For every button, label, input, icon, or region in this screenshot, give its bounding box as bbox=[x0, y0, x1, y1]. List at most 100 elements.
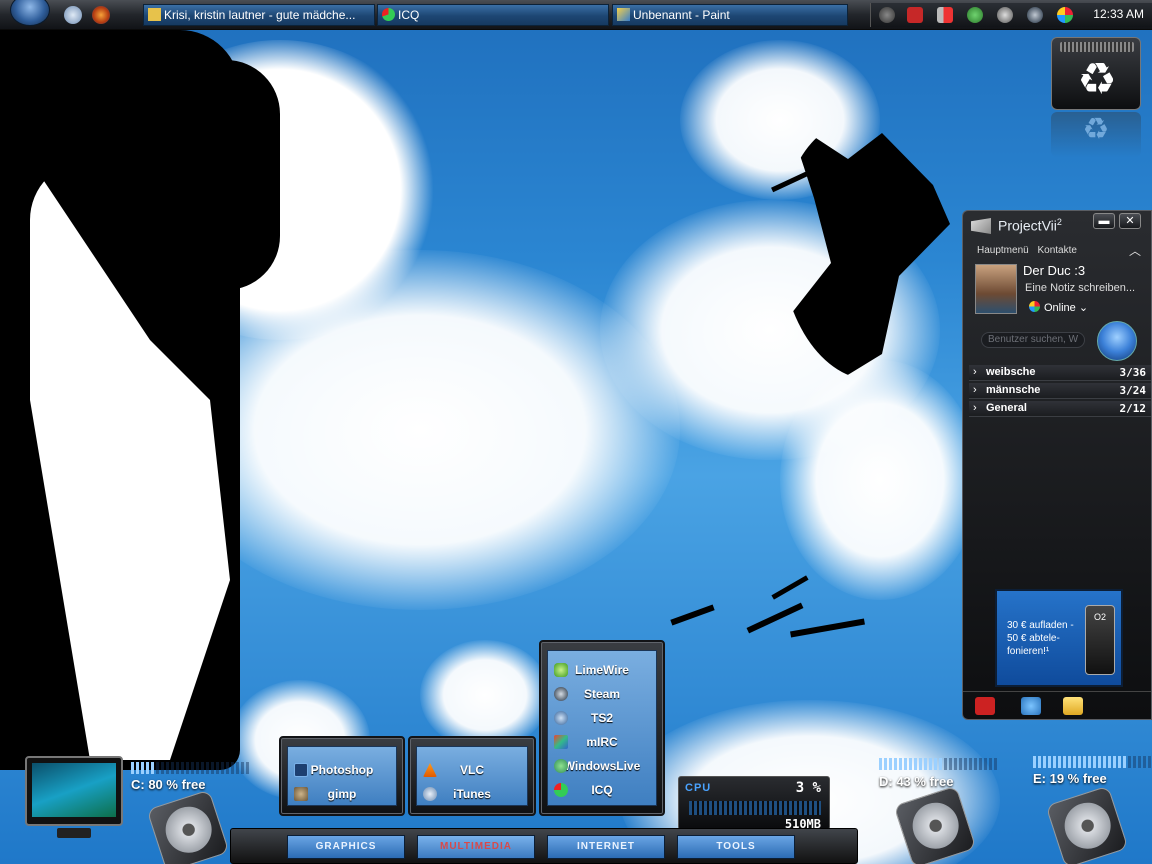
monitor-screen bbox=[32, 763, 116, 817]
recycle-icon: ♻ bbox=[1077, 55, 1117, 104]
task-label: Unbenannt - Paint bbox=[633, 8, 730, 22]
contact-group[interactable]: › weibsche 3/36 bbox=[969, 365, 1151, 381]
chevron-up-icon[interactable]: ︿ bbox=[1129, 242, 1141, 259]
monitor-icon[interactable] bbox=[25, 756, 123, 838]
launch-mirc[interactable]: mIRC bbox=[548, 731, 656, 753]
system-tray: 12:33 AM bbox=[870, 3, 1152, 27]
launch-icq[interactable]: ICQ bbox=[548, 779, 656, 801]
launch-ts2[interactable]: TS2 bbox=[548, 707, 656, 729]
avatar[interactable] bbox=[975, 264, 1017, 314]
task-button-browser[interactable]: Krisi, kristin lautner - gute mädche... bbox=[143, 4, 375, 26]
status-selector[interactable]: Online ⌄ bbox=[1029, 301, 1088, 314]
itunes-icon[interactable] bbox=[64, 6, 82, 24]
paint-icon bbox=[617, 8, 630, 21]
recycle-reflection: ♻ bbox=[1051, 112, 1141, 157]
launch-vlc[interactable]: VLC bbox=[417, 759, 527, 781]
taskbar: Krisi, kristin lautner - gute mädche... … bbox=[0, 0, 1152, 30]
phone-image: O2 bbox=[1085, 605, 1115, 675]
photoshop-icon bbox=[294, 763, 308, 777]
multimedia-launcher: VLC iTunes bbox=[408, 736, 536, 816]
steam-icon bbox=[554, 687, 568, 701]
mail-icon[interactable] bbox=[1063, 697, 1083, 715]
ad-text: 30 € aufladen - 50 € abtele-fonieren!¹ bbox=[1007, 620, 1074, 657]
drive-d-meter bbox=[879, 758, 944, 770]
launch-limewire[interactable]: LimeWire bbox=[548, 659, 656, 681]
tab-internet[interactable]: INTERNET bbox=[547, 835, 665, 859]
graphics-launcher: Photoshop gimp bbox=[279, 736, 405, 816]
windows-flag-icon bbox=[971, 218, 991, 234]
icq-flower-icon bbox=[382, 8, 395, 21]
launch-windowslive[interactable]: WindowsLive bbox=[548, 755, 656, 777]
close-button[interactable]: ✕ bbox=[1119, 213, 1141, 229]
advertisement-banner[interactable]: 30 € aufladen - 50 € abtele-fonieren!¹ O… bbox=[995, 589, 1123, 687]
tv-icon[interactable] bbox=[975, 697, 995, 715]
bird-silhouette bbox=[670, 604, 715, 626]
user-name: Der Duc :3 bbox=[1023, 263, 1086, 278]
tab-graphics[interactable]: GRAPHICS bbox=[287, 835, 405, 859]
drive-e-meter bbox=[1033, 756, 1128, 768]
recycle-bin[interactable]: ♻ bbox=[1051, 37, 1141, 110]
cpu-label: CPU bbox=[685, 782, 712, 794]
launch-itunes[interactable]: iTunes bbox=[417, 783, 527, 805]
cpu-meter[interactable]: CPU 3 % 510MB bbox=[678, 776, 830, 831]
contact-group[interactable]: › männsche 3/24 bbox=[969, 383, 1151, 399]
task-label: ICQ bbox=[398, 8, 420, 22]
network-icon[interactable] bbox=[997, 7, 1013, 23]
menu-kontakte[interactable]: Kontakte bbox=[1037, 245, 1076, 256]
task-label: Krisi, kristin lautner - gute mädche... bbox=[164, 8, 356, 22]
chevron-down-icon: ⌄ bbox=[1078, 302, 1089, 314]
internet-launcher: LimeWire Steam TS2 mIRC WindowsLive ICQ bbox=[539, 640, 665, 816]
icq-window[interactable]: ProjectVii2 ▬ ✕ Hauptmenü Kontakte ︿ Der… bbox=[962, 210, 1152, 720]
gimp-icon bbox=[294, 787, 308, 801]
launch-photoshop[interactable]: Photoshop bbox=[288, 759, 396, 781]
menu-hauptmenu[interactable]: Hauptmenü bbox=[977, 245, 1029, 256]
itunes-icon bbox=[423, 787, 437, 801]
clock[interactable]: 12:33 AM bbox=[1093, 7, 1144, 21]
antivirus-icon[interactable] bbox=[907, 7, 923, 23]
task-button-icq[interactable]: ICQ bbox=[377, 4, 609, 26]
icq-flower-icon bbox=[1029, 301, 1040, 312]
launch-gimp[interactable]: gimp bbox=[288, 783, 396, 805]
steam-icon[interactable] bbox=[1027, 7, 1043, 23]
folder-icon bbox=[148, 8, 161, 21]
teamspeak-icon bbox=[554, 711, 568, 725]
task-button-paint[interactable]: Unbenannt - Paint bbox=[612, 4, 848, 26]
tray-arrow-icon[interactable] bbox=[879, 7, 895, 23]
windowslive-icon bbox=[554, 759, 568, 773]
contact-group[interactable]: › General 2/12 bbox=[969, 401, 1151, 417]
icq-tray-icon[interactable] bbox=[1057, 7, 1073, 23]
icq-bottom-bar bbox=[963, 691, 1151, 719]
launcher-dock: GRAPHICS MULTIMEDIA INTERNET TOOLS bbox=[230, 828, 858, 864]
chevron-right-icon: › bbox=[973, 366, 977, 378]
volume-icon[interactable] bbox=[937, 7, 953, 23]
drive-d-label[interactable]: D: 43 % free bbox=[879, 774, 953, 789]
tab-multimedia[interactable]: MULTIMEDIA bbox=[417, 835, 535, 859]
launch-steam[interactable]: Steam bbox=[548, 683, 656, 705]
minimize-button[interactable]: ▬ bbox=[1093, 213, 1115, 229]
search-input[interactable]: Benutzer suchen, W bbox=[981, 332, 1085, 348]
recycle-grill bbox=[1060, 42, 1134, 52]
windows-orb-icon[interactable] bbox=[1097, 321, 1137, 361]
chevron-right-icon: › bbox=[973, 402, 977, 414]
icq-menu: Hauptmenü Kontakte bbox=[977, 245, 1083, 256]
o2-logo: O2 bbox=[1093, 612, 1106, 622]
chevron-right-icon: › bbox=[973, 384, 977, 396]
limewire-icon bbox=[554, 663, 568, 677]
firefox-icon[interactable] bbox=[92, 6, 110, 24]
start-button[interactable] bbox=[10, 0, 50, 26]
user-note[interactable]: Eine Notiz schreiben... bbox=[1025, 282, 1135, 294]
status-label: Online bbox=[1044, 302, 1076, 314]
drive-c-label[interactable]: C: 80 % free bbox=[131, 777, 205, 792]
tab-tools[interactable]: TOOLS bbox=[677, 835, 795, 859]
icq-titlebar[interactable]: ProjectVii2 ▬ ✕ bbox=[963, 211, 1151, 241]
monitor-stand bbox=[57, 828, 91, 838]
vlc-icon bbox=[423, 763, 437, 777]
drive-e-label[interactable]: E: 19 % free bbox=[1033, 771, 1107, 786]
mirc-icon bbox=[554, 735, 568, 749]
messenger-icon[interactable] bbox=[967, 7, 983, 23]
phone-icon[interactable] bbox=[1021, 697, 1041, 715]
drive-c-meter bbox=[131, 762, 156, 774]
icq-icon bbox=[554, 783, 568, 797]
icq-brand: ProjectVii2 bbox=[998, 217, 1062, 234]
cpu-value: 3 % bbox=[795, 780, 821, 796]
